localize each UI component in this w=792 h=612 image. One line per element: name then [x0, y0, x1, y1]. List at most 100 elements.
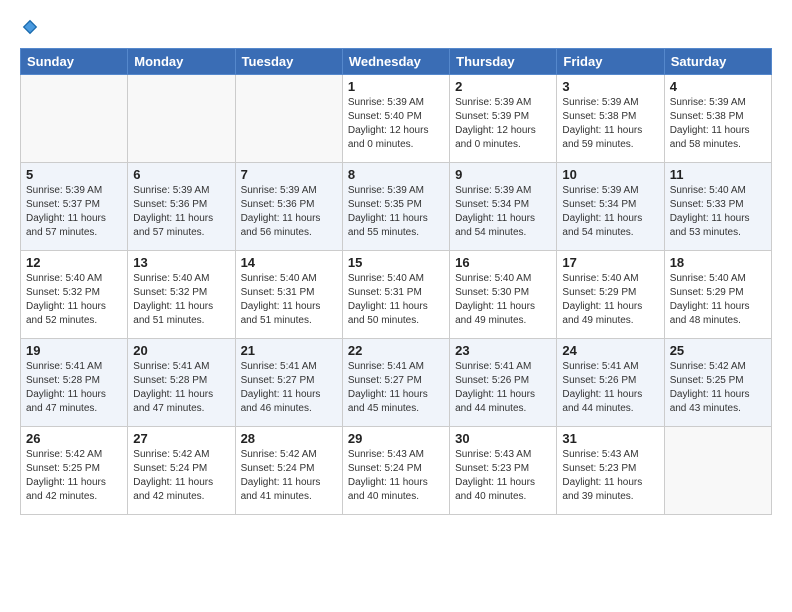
cell-info: Sunrise: 5:41 AM Sunset: 5:28 PM Dayligh… [133, 360, 229, 416]
cell-info: Sunrise: 5:39 AM Sunset: 5:39 PM Dayligh… [455, 96, 551, 152]
calendar-cell: 3 Sunrise: 5:39 AM Sunset: 5:38 PM Daylig… [557, 75, 664, 163]
calendar-day-header: Friday [557, 49, 664, 75]
calendar-cell: 28Sunrise: 5:42 AM Sunset: 5:24 PM Dayli… [235, 427, 342, 515]
calendar-cell: 29 Sunrise: 5:43 AM Sunset: 5:24 PM Dayli… [342, 427, 449, 515]
day-number: 29 [348, 431, 444, 446]
day-number: 31 [562, 431, 658, 446]
calendar-cell: 8 Sunrise: 5:39 AM Sunset: 5:35 PM Daylig… [342, 163, 449, 251]
calendar-cell: 4 Sunrise: 5:39 AM Sunset: 5:38 PM Daylig… [664, 75, 771, 163]
day-number: 7 [241, 167, 337, 182]
calendar-cell: 26 Sunrise: 5:42 AM Sunset: 5:25 PM Dayli… [21, 427, 128, 515]
day-number: 26 [26, 431, 122, 446]
calendar-body: 1 Sunrise: 5:39 AM Sunset: 5:40 PM Daylig… [21, 75, 772, 515]
calendar-cell [128, 75, 235, 163]
day-number: 21 [241, 343, 337, 358]
cell-info: Sunrise: 5:42 AM Sunset: 5:24 PM Dayligh… [133, 448, 229, 504]
cell-info: Sunrise: 5:42 AM Sunset: 5:25 PM Dayligh… [670, 360, 766, 416]
cell-info: Sunrise: 5:39 AM Sunset: 5:34 PM Dayligh… [455, 184, 551, 240]
calendar-cell: 12Sunrise: 5:40 AM Sunset: 5:32 PM Dayli… [21, 251, 128, 339]
calendar-cell: 1 Sunrise: 5:39 AM Sunset: 5:40 PM Daylig… [342, 75, 449, 163]
calendar-cell: 11 Sunrise: 5:40 AM Sunset: 5:33 PM Dayli… [664, 163, 771, 251]
calendar-cell: 15 Sunrise: 5:40 AM Sunset: 5:31 PM Dayli… [342, 251, 449, 339]
day-number: 14 [241, 255, 337, 270]
day-number: 13 [133, 255, 229, 270]
calendar-cell: 6 Sunrise: 5:39 AM Sunset: 5:36 PM Daylig… [128, 163, 235, 251]
cell-info: Sunrise: 5:42 AM Sunset: 5:25 PM Dayligh… [26, 448, 122, 504]
calendar-cell: 14 Sunrise: 5:40 AM Sunset: 5:31 PM Dayli… [235, 251, 342, 339]
calendar-day-header: Thursday [450, 49, 557, 75]
calendar-cell: 19 Sunrise: 5:41 AM Sunset: 5:28 PM Dayli… [21, 339, 128, 427]
cell-info: Sunrise: 5:40 AM Sunset: 5:29 PM Dayligh… [670, 272, 766, 328]
day-number: 6 [133, 167, 229, 182]
cell-info: Sunrise: 5:39 AM Sunset: 5:38 PM Dayligh… [562, 96, 658, 152]
day-number: 4 [670, 79, 766, 94]
cell-info: Sunrise: 5:40 AM Sunset: 5:30 PM Dayligh… [455, 272, 551, 328]
cell-info: Sunrise: 5:39 AM Sunset: 5:40 PM Dayligh… [348, 96, 444, 152]
page-header [20, 20, 772, 38]
cell-info: Sunrise: 5:40 AM Sunset: 5:33 PM Dayligh… [670, 184, 766, 240]
calendar-day-header: Wednesday [342, 49, 449, 75]
calendar-cell: 7 Sunrise: 5:39 AM Sunset: 5:36 PM Daylig… [235, 163, 342, 251]
calendar-week-row: 26 Sunrise: 5:42 AM Sunset: 5:25 PM Dayli… [21, 427, 772, 515]
calendar-cell: 16 Sunrise: 5:40 AM Sunset: 5:30 PM Dayli… [450, 251, 557, 339]
calendar-cell: 17Sunrise: 5:40 AM Sunset: 5:29 PM Dayli… [557, 251, 664, 339]
cell-info: Sunrise: 5:39 AM Sunset: 5:34 PM Dayligh… [562, 184, 658, 240]
calendar-cell [664, 427, 771, 515]
calendar-cell: 5 Sunrise: 5:39 AM Sunset: 5:37 PM Daylig… [21, 163, 128, 251]
calendar-week-row: 1 Sunrise: 5:39 AM Sunset: 5:40 PM Daylig… [21, 75, 772, 163]
day-number: 8 [348, 167, 444, 182]
cell-info: Sunrise: 5:40 AM Sunset: 5:31 PM Dayligh… [348, 272, 444, 328]
day-number: 11 [670, 167, 766, 182]
day-number: 20 [133, 343, 229, 358]
cell-info: Sunrise: 5:43 AM Sunset: 5:24 PM Dayligh… [348, 448, 444, 504]
day-number: 2 [455, 79, 551, 94]
day-number: 30 [455, 431, 551, 446]
cell-info: Sunrise: 5:41 AM Sunset: 5:27 PM Dayligh… [241, 360, 337, 416]
cell-info: Sunrise: 5:41 AM Sunset: 5:26 PM Dayligh… [455, 360, 551, 416]
calendar-cell [235, 75, 342, 163]
day-number: 1 [348, 79, 444, 94]
logo [20, 20, 40, 38]
calendar-table: SundayMondayTuesdayWednesdayThursdayFrid… [20, 48, 772, 515]
cell-info: Sunrise: 5:41 AM Sunset: 5:28 PM Dayligh… [26, 360, 122, 416]
cell-info: Sunrise: 5:41 AM Sunset: 5:26 PM Dayligh… [562, 360, 658, 416]
cell-info: Sunrise: 5:40 AM Sunset: 5:31 PM Dayligh… [241, 272, 337, 328]
cell-info: Sunrise: 5:39 AM Sunset: 5:36 PM Dayligh… [241, 184, 337, 240]
cell-info: Sunrise: 5:40 AM Sunset: 5:32 PM Dayligh… [26, 272, 122, 328]
day-number: 16 [455, 255, 551, 270]
day-number: 24 [562, 343, 658, 358]
calendar-cell: 24 Sunrise: 5:41 AM Sunset: 5:26 PM Dayli… [557, 339, 664, 427]
calendar-header-row: SundayMondayTuesdayWednesdayThursdayFrid… [21, 49, 772, 75]
day-number: 5 [26, 167, 122, 182]
day-number: 15 [348, 255, 444, 270]
cell-info: Sunrise: 5:43 AM Sunset: 5:23 PM Dayligh… [455, 448, 551, 504]
calendar-cell: 22 Sunrise: 5:41 AM Sunset: 5:27 PM Dayli… [342, 339, 449, 427]
day-number: 18 [670, 255, 766, 270]
cell-info: Sunrise: 5:39 AM Sunset: 5:36 PM Dayligh… [133, 184, 229, 240]
calendar-cell: 13 Sunrise: 5:40 AM Sunset: 5:32 PM Dayli… [128, 251, 235, 339]
calendar-cell: 21 Sunrise: 5:41 AM Sunset: 5:27 PM Dayli… [235, 339, 342, 427]
cell-info: Sunrise: 5:39 AM Sunset: 5:37 PM Dayligh… [26, 184, 122, 240]
day-number: 10 [562, 167, 658, 182]
calendar-cell: 20 Sunrise: 5:41 AM Sunset: 5:28 PM Dayli… [128, 339, 235, 427]
day-number: 3 [562, 79, 658, 94]
cell-info: Sunrise: 5:39 AM Sunset: 5:38 PM Dayligh… [670, 96, 766, 152]
day-number: 27 [133, 431, 229, 446]
cell-info: Sunrise: 5:40 AM Sunset: 5:32 PM Dayligh… [133, 272, 229, 328]
calendar-day-header: Sunday [21, 49, 128, 75]
logo-icon [21, 18, 39, 36]
cell-info: Sunrise: 5:43 AM Sunset: 5:23 PM Dayligh… [562, 448, 658, 504]
day-number: 28 [241, 431, 337, 446]
calendar-cell: 9Sunrise: 5:39 AM Sunset: 5:34 PM Daylig… [450, 163, 557, 251]
calendar-day-header: Monday [128, 49, 235, 75]
cell-info: Sunrise: 5:41 AM Sunset: 5:27 PM Dayligh… [348, 360, 444, 416]
cell-info: Sunrise: 5:39 AM Sunset: 5:35 PM Dayligh… [348, 184, 444, 240]
calendar-day-header: Saturday [664, 49, 771, 75]
calendar-day-header: Tuesday [235, 49, 342, 75]
day-number: 23 [455, 343, 551, 358]
calendar-cell: 18 Sunrise: 5:40 AM Sunset: 5:29 PM Dayli… [664, 251, 771, 339]
day-number: 19 [26, 343, 122, 358]
calendar-week-row: 19 Sunrise: 5:41 AM Sunset: 5:28 PM Dayli… [21, 339, 772, 427]
day-number: 22 [348, 343, 444, 358]
calendar-cell: 2 Sunrise: 5:39 AM Sunset: 5:39 PM Daylig… [450, 75, 557, 163]
